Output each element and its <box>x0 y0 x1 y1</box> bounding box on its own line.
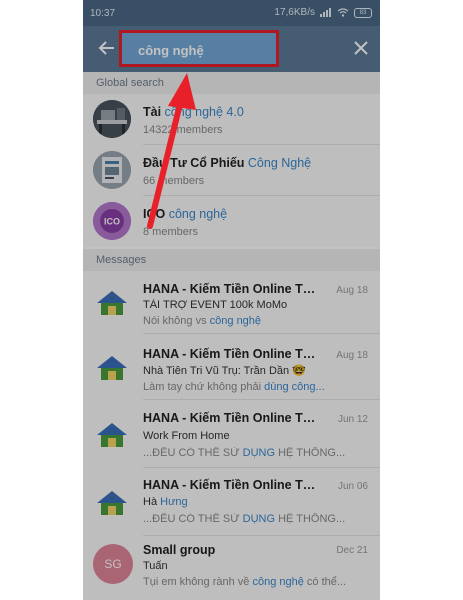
global-search-result[interactable]: Tài công nghệ 4.0 14322 members <box>83 94 380 145</box>
search-header <box>83 26 380 72</box>
result-title-match: công nghệ 4.0 <box>164 105 244 119</box>
snippet-match: DỤNG <box>242 447 276 459</box>
message-result[interactable]: HANA - Kiếm Tiền Online Tại... Jun 12 Wo… <box>83 400 380 468</box>
house-logo-icon <box>93 483 131 521</box>
ico-logo-text: ICO <box>104 217 120 227</box>
ico-logo: ICO <box>93 202 131 240</box>
member-count: 14322 members <box>143 124 223 136</box>
result-title-prefix: ICO <box>143 207 169 221</box>
snippet-suffix: HỆ THỐNG... <box>275 513 346 525</box>
message-result[interactable]: SG Small group Dec 21 Tuấn Tụi em không … <box>83 536 380 600</box>
snippet-prefix: ...ĐỀU CÓ THỂ SỬ <box>143 513 243 525</box>
snippet-suffix: HỆ THỐNG... <box>275 447 346 459</box>
chat-title: HANA - Kiếm Tiền Online Tại... <box>143 282 321 296</box>
wifi-icon <box>337 8 349 17</box>
back-arrow-icon[interactable] <box>97 38 117 58</box>
sender-prefix: Hà <box>143 496 161 508</box>
result-title-prefix: Đầu Tư Cổ Phiếu <box>143 156 248 170</box>
chat-title: Small group <box>143 543 216 557</box>
message-sender: Work From Home <box>143 430 230 442</box>
sender-match: Hưng <box>160 496 188 508</box>
message-sender: Tuấn <box>143 560 168 572</box>
snippet-match: DỤNG <box>242 513 276 525</box>
close-icon[interactable] <box>352 39 370 57</box>
message-result[interactable]: HANA - Kiếm Tiền Online Tại... Jun 06 Hà… <box>83 468 380 536</box>
status-time: 10:37 <box>90 8 116 19</box>
global-search-header: Global search <box>83 72 380 94</box>
snippet-prefix: ...ĐỀU CÓ THỂ SỬ <box>143 447 243 459</box>
phone-screen: 10:37 17,6KB/s 83 Global search <box>83 0 380 600</box>
member-count: 8 members <box>143 226 199 238</box>
snippet-prefix: Tụi em không rành về <box>143 576 253 588</box>
search-field-highlight[interactable] <box>119 30 279 67</box>
chat-title: HANA - Kiếm Tiền Online Tại... <box>143 347 321 361</box>
message-result[interactable]: HANA - Kiếm Tiền Online Tại... Aug 18 Nh… <box>83 334 380 400</box>
status-bar: 10:37 17,6KB/s 83 <box>83 0 380 26</box>
message-date: Jun 06 <box>337 481 368 492</box>
result-title-match: công nghệ <box>168 207 228 221</box>
network-speed: 17,6KB/s <box>274 7 315 18</box>
message-sender: Nhà Tiên Tri Vũ Trụ: Trần Dần 🤓 <box>143 365 306 377</box>
message-sender: TÀI TRỢ EVENT 100k MoMo <box>143 299 288 311</box>
snippet-match: công nghệ <box>209 315 262 327</box>
message-result[interactable]: HANA - Kiếm Tiền Online Tại... Aug 18 TÀ… <box>83 271 380 334</box>
message-date: Aug 18 <box>336 285 368 296</box>
search-input[interactable] <box>138 40 272 60</box>
book-photo-icon <box>93 151 131 189</box>
snippet-match: dùng công... <box>264 381 325 393</box>
snippet-prefix: Nói không vs <box>143 315 210 327</box>
message-date: Aug 18 <box>336 350 368 361</box>
house-logo-icon <box>93 348 131 386</box>
signal-icon <box>320 8 331 17</box>
result-title-match: Công Nghệ <box>247 156 312 170</box>
avatar: SG <box>93 544 133 584</box>
messages-header: Messages <box>83 249 380 271</box>
result-title-prefix: Tài <box>143 105 162 119</box>
house-logo-icon <box>93 415 131 453</box>
chat-title: HANA - Kiếm Tiền Online Tại... <box>143 478 321 492</box>
snippet-suffix: có thể... <box>303 576 347 588</box>
global-search-result[interactable]: ICO ICO công nghệ 8 members <box>83 196 380 247</box>
snippet-prefix: Làm tay chứ không phải <box>143 381 265 393</box>
house-logo-icon <box>93 283 131 321</box>
desk-photo-icon <box>93 100 131 138</box>
member-count: 66 members <box>143 175 205 187</box>
snippet-match: công nghệ <box>252 576 304 588</box>
message-date: Jun 12 <box>337 414 368 425</box>
global-search-result[interactable]: Đầu Tư Cổ Phiếu Công Nghệ 66 members <box>83 145 380 196</box>
avatar-initials: SG <box>104 557 122 571</box>
battery-icon: 83 <box>354 7 372 18</box>
chat-title: HANA - Kiếm Tiền Online Tại... <box>143 411 321 425</box>
message-date: Dec 21 <box>336 545 368 556</box>
